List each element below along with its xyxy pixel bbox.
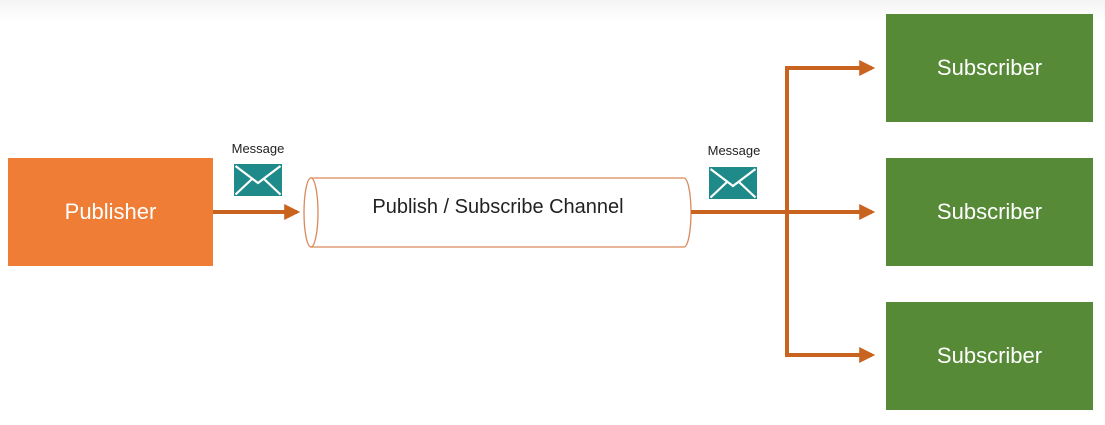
subscriber-box-3: Subscriber <box>886 302 1093 410</box>
message-label-inbound: Message <box>231 141 285 156</box>
subscriber-label: Subscriber <box>936 343 1043 368</box>
message-label-outbound: Message <box>707 143 761 158</box>
publisher-label: Publisher <box>64 199 157 224</box>
publisher-box: Publisher <box>8 158 213 266</box>
subscriber-box-2: Subscriber <box>886 158 1093 266</box>
subscriber-label: Subscriber <box>936 199 1043 224</box>
subscriber-box-1: Subscriber <box>886 14 1093 122</box>
channel-label: Publish / Subscribe Channel <box>372 196 624 218</box>
envelope-icon <box>709 167 757 199</box>
subscriber-label: Subscriber <box>936 55 1043 80</box>
envelope-icon <box>234 164 282 196</box>
pubsub-diagram: Publisher Message Publish / Subscribe Ch… <box>0 0 1105 425</box>
